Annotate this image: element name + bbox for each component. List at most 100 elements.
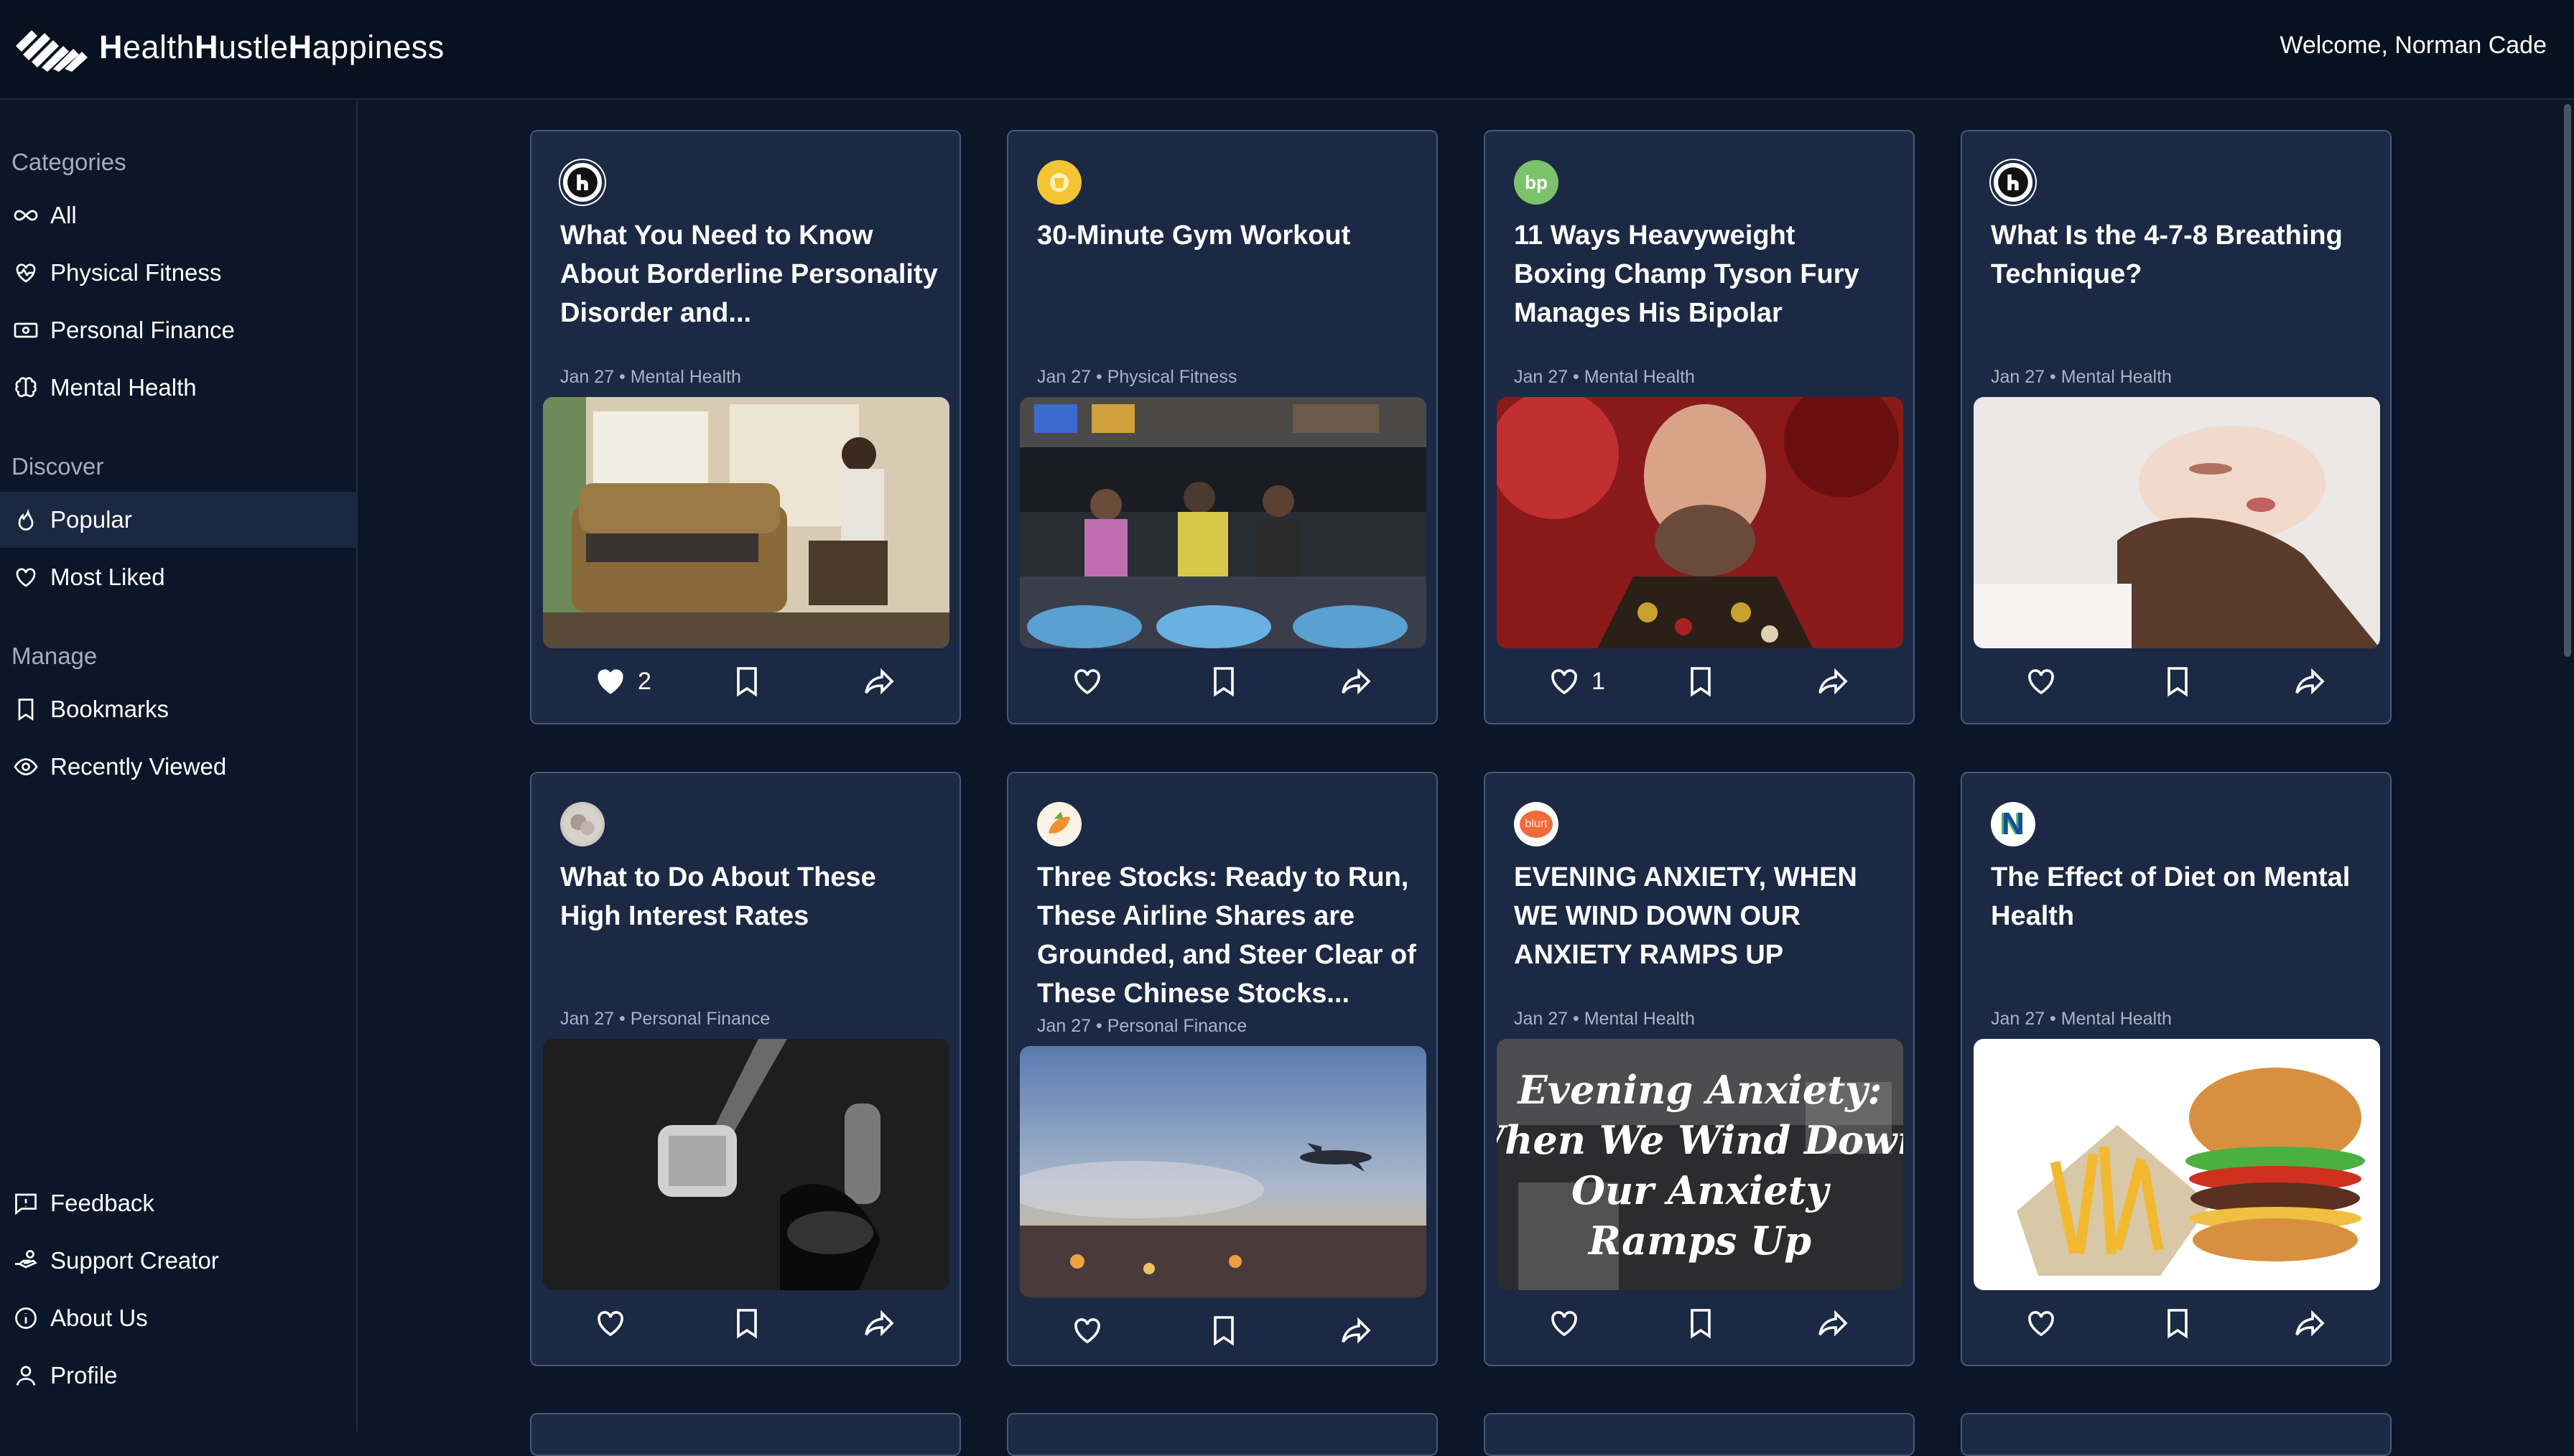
categories-section-label: Categories: [11, 149, 126, 175]
sidebar-item-all[interactable]: All: [0, 187, 356, 243]
sidebar-item-feedback[interactable]: Feedback: [0, 1175, 356, 1231]
article-card[interactable]: What to Do About These High Interest Rat…: [530, 772, 961, 1366]
article-card[interactable]: [530, 1413, 961, 1456]
sidebar-item-label: Recently Viewed: [50, 753, 227, 780]
article-card[interactable]: What You Need to Know About Borderline P…: [530, 130, 961, 724]
article-meta: Jan 27 • Mental Health: [1514, 367, 1695, 387]
like-count: 1: [1592, 667, 1605, 695]
share-arrow-icon: [2295, 668, 2325, 695]
banknote-icon: [11, 316, 40, 345]
user-icon: [11, 1361, 40, 1390]
article-thumbnail[interactable]: [1497, 397, 1903, 648]
share-button[interactable]: [2292, 660, 2327, 703]
svg-text:Our Anxiety: Our Anxiety: [1571, 1167, 1831, 1213]
article-meta: Jan 27 • Mental Health: [1514, 1009, 1695, 1029]
share-arrow-icon: [865, 1310, 894, 1337]
sidebar-item-about-us[interactable]: About Us: [0, 1290, 356, 1346]
like-button[interactable]: [1070, 660, 1115, 703]
article-card[interactable]: N The Effect of Diet on Mental Health Ja…: [1961, 772, 2392, 1366]
sidebar-item-personal-finance[interactable]: Personal Finance: [0, 302, 356, 358]
share-button[interactable]: [1339, 660, 1373, 703]
sidebar-item-recently-viewed[interactable]: Recently Viewed: [0, 739, 356, 795]
bookmark-icon: [2168, 1309, 2188, 1339]
bookmark-button[interactable]: [730, 1302, 764, 1345]
like-button[interactable]: 2: [593, 660, 651, 703]
sidebar-item-physical-fitness[interactable]: Physical Fitness: [0, 245, 356, 301]
scrollbar-thumb[interactable]: [2564, 104, 2571, 657]
bookmark-button[interactable]: [1683, 660, 1718, 703]
message-alert-icon: [11, 1189, 40, 1218]
article-card[interactable]: blurt EVENING ANXIETY, WHEN WE WIND DOWN…: [1484, 772, 1915, 1366]
flame-icon: [11, 505, 40, 534]
article-thumbnail[interactable]: [543, 397, 949, 648]
article-card[interactable]: [1007, 1413, 1438, 1456]
heart-icon: [1551, 1311, 1577, 1337]
article-card[interactable]: 30-Minute Gym Workout Jan 27 • Physical …: [1007, 130, 1438, 724]
heart-icon: [1074, 669, 1100, 695]
brand-name[interactable]: HealthHustleHappiness: [99, 29, 445, 66]
article-thumbnail[interactable]: [1974, 397, 2380, 648]
source-logo-icon: N: [1991, 802, 2035, 846]
sidebar: Categories All Physical Fitness Personal…: [0, 100, 358, 1432]
article-title[interactable]: Three Stocks: Ready to Run, These Airlin…: [1037, 858, 1418, 1013]
sidebar-item-support-creator[interactable]: Support Creator: [0, 1233, 356, 1289]
like-button[interactable]: [2024, 660, 2068, 703]
article-title[interactable]: EVENING ANXIETY, WHEN WE WIND DOWN OUR A…: [1514, 858, 1895, 974]
article-card[interactable]: bp 11 Ways Heavyweight Boxing Champ Tyso…: [1484, 130, 1915, 724]
bookmark-icon: [737, 1309, 757, 1339]
like-button[interactable]: [593, 1302, 638, 1345]
article-title[interactable]: What You Need to Know About Borderline P…: [560, 216, 941, 332]
share-arrow-icon: [1818, 1310, 1848, 1337]
card-actions: [1485, 1302, 1916, 1345]
article-title[interactable]: The Effect of Diet on Mental Health: [1991, 858, 2371, 935]
article-meta: Jan 27 • Personal Finance: [1037, 1016, 1247, 1036]
article-card[interactable]: [1961, 1413, 2392, 1456]
sidebar-item-profile[interactable]: Profile: [0, 1348, 356, 1404]
sidebar-item-bookmarks[interactable]: Bookmarks: [0, 681, 356, 737]
article-thumbnail[interactable]: [1020, 1046, 1426, 1297]
share-button[interactable]: [1816, 1302, 1850, 1345]
share-button[interactable]: [862, 1302, 896, 1345]
article-thumbnail[interactable]: [1974, 1039, 2380, 1290]
source-logo-icon: [1037, 160, 1082, 205]
article-title[interactable]: What to Do About These High Interest Rat…: [560, 858, 941, 935]
bookmark-button[interactable]: [730, 660, 764, 703]
card-actions: [531, 1302, 962, 1345]
vertical-scrollbar[interactable]: [2560, 100, 2574, 1432]
share-arrow-icon: [865, 668, 894, 695]
source-logo-icon: [1037, 802, 1082, 846]
article-card[interactable]: Three Stocks: Ready to Run, These Airlin…: [1007, 772, 1438, 1366]
sidebar-item-popular[interactable]: Popular: [0, 492, 356, 548]
article-card[interactable]: [1484, 1413, 1915, 1456]
sidebar-item-label: Feedback: [50, 1190, 154, 1216]
article-title[interactable]: 11 Ways Heavyweight Boxing Champ Tyson F…: [1514, 216, 1895, 332]
article-card[interactable]: What Is the 4-7-8 Breathing Technique? J…: [1961, 130, 2392, 724]
like-button[interactable]: 1: [1547, 660, 1605, 703]
bookmark-button[interactable]: [2160, 1302, 2195, 1345]
bookmark-icon: [1691, 1309, 1711, 1339]
sidebar-item-mental-health[interactable]: Mental Health: [0, 360, 356, 416]
share-button[interactable]: [2292, 1302, 2327, 1345]
article-title[interactable]: What Is the 4-7-8 Breathing Technique?: [1991, 216, 2371, 294]
sidebar-item-most-liked[interactable]: Most Liked: [0, 549, 356, 605]
bookmark-button[interactable]: [1207, 1309, 1241, 1352]
share-button[interactable]: [1339, 1309, 1373, 1352]
article-meta: Jan 27 • Mental Health: [1991, 1009, 2172, 1029]
like-button[interactable]: [1547, 1302, 1592, 1345]
bookmark-button[interactable]: [2160, 660, 2195, 703]
like-button[interactable]: [1070, 1309, 1115, 1352]
article-thumbnail[interactable]: [1020, 397, 1426, 648]
share-button[interactable]: [1816, 660, 1850, 703]
share-button[interactable]: [862, 660, 896, 703]
source-logo-icon: [1991, 160, 2035, 205]
eye-icon: [11, 752, 40, 781]
bookmark-button[interactable]: [1207, 660, 1241, 703]
source-logo-icon: bp: [1514, 160, 1558, 205]
sidebar-item-label: About Us: [50, 1305, 148, 1331]
like-button[interactable]: [2024, 1302, 2068, 1345]
bookmark-button[interactable]: [1683, 1302, 1718, 1345]
article-thumbnail[interactable]: [543, 1039, 949, 1290]
article-title[interactable]: 30-Minute Gym Workout: [1037, 216, 1418, 255]
article-thumbnail[interactable]: Evening Anxiety: When We Wind Down, Our …: [1497, 1039, 1903, 1290]
brand-logo-icon[interactable]: [16, 24, 90, 72]
